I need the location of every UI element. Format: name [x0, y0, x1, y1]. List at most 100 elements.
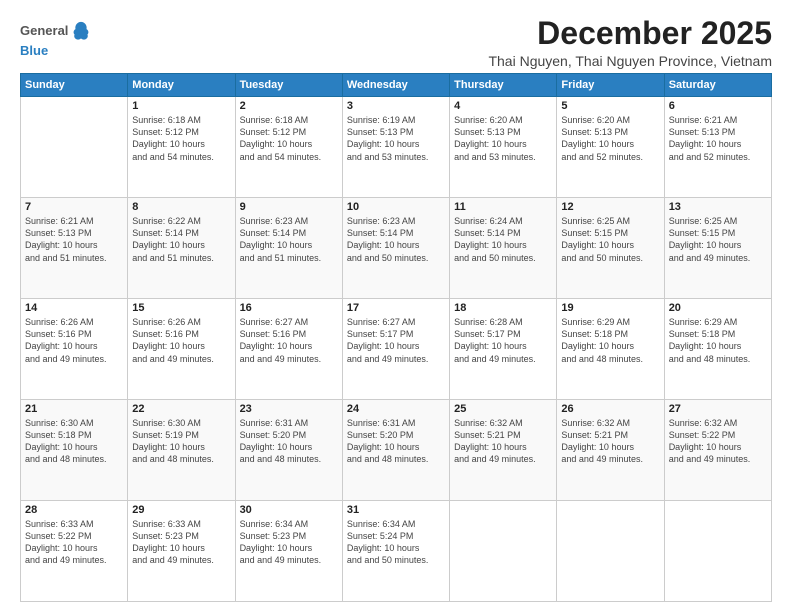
calendar-week-row: 14Sunrise: 6:26 AMSunset: 5:16 PMDayligh…: [21, 299, 772, 400]
title-block: December 2025 Thai Nguyen, Thai Nguyen P…: [488, 16, 772, 69]
daylight-label: Daylight: 10 hours: [669, 340, 767, 352]
sunset-text: Sunset: 5:14 PM: [240, 227, 338, 239]
daylight-minutes: and and 50 minutes.: [347, 252, 445, 264]
daylight-minutes: and and 53 minutes.: [347, 151, 445, 163]
sunset-text: Sunset: 5:18 PM: [669, 328, 767, 340]
sunrise-text: Sunrise: 6:23 AM: [240, 215, 338, 227]
subtitle: Thai Nguyen, Thai Nguyen Province, Vietn…: [488, 53, 772, 69]
day-number: 8: [132, 201, 230, 213]
sunrise-text: Sunrise: 6:28 AM: [454, 316, 552, 328]
calendar-cell: 4Sunrise: 6:20 AMSunset: 5:13 PMDaylight…: [450, 97, 557, 198]
logo: General Blue: [20, 20, 92, 60]
calendar-header-row: SundayMondayTuesdayWednesdayThursdayFrid…: [21, 74, 772, 97]
calendar-cell: 6Sunrise: 6:21 AMSunset: 5:13 PMDaylight…: [664, 97, 771, 198]
calendar-cell: 21Sunrise: 6:30 AMSunset: 5:18 PMDayligh…: [21, 400, 128, 501]
daylight-label: Daylight: 10 hours: [25, 239, 123, 251]
calendar-cell: 28Sunrise: 6:33 AMSunset: 5:22 PMDayligh…: [21, 501, 128, 602]
day-number: 20: [669, 302, 767, 314]
day-number: 5: [561, 100, 659, 112]
page: General Blue December 2025 Thai Nguyen, …: [0, 0, 792, 612]
day-number: 17: [347, 302, 445, 314]
calendar-week-row: 28Sunrise: 6:33 AMSunset: 5:22 PMDayligh…: [21, 501, 772, 602]
sunset-text: Sunset: 5:18 PM: [25, 429, 123, 441]
daylight-label: Daylight: 10 hours: [561, 340, 659, 352]
sunrise-text: Sunrise: 6:34 AM: [347, 518, 445, 530]
sunrise-text: Sunrise: 6:33 AM: [132, 518, 230, 530]
calendar-cell: 19Sunrise: 6:29 AMSunset: 5:18 PMDayligh…: [557, 299, 664, 400]
daylight-label: Daylight: 10 hours: [561, 239, 659, 251]
sunrise-text: Sunrise: 6:31 AM: [240, 417, 338, 429]
calendar-cell: [450, 501, 557, 602]
sunrise-text: Sunrise: 6:27 AM: [240, 316, 338, 328]
sunset-text: Sunset: 5:13 PM: [25, 227, 123, 239]
sunset-text: Sunset: 5:24 PM: [347, 530, 445, 542]
day-number: 30: [240, 504, 338, 516]
daylight-label: Daylight: 10 hours: [347, 239, 445, 251]
calendar-table: SundayMondayTuesdayWednesdayThursdayFrid…: [20, 73, 772, 602]
calendar-day-header: Saturday: [664, 74, 771, 97]
sunset-text: Sunset: 5:13 PM: [347, 126, 445, 138]
month-title: December 2025: [488, 16, 772, 51]
day-number: 13: [669, 201, 767, 213]
sunrise-text: Sunrise: 6:32 AM: [454, 417, 552, 429]
sunrise-text: Sunrise: 6:19 AM: [347, 114, 445, 126]
daylight-label: Daylight: 10 hours: [669, 441, 767, 453]
sunrise-text: Sunrise: 6:26 AM: [132, 316, 230, 328]
calendar-cell: 30Sunrise: 6:34 AMSunset: 5:23 PMDayligh…: [235, 501, 342, 602]
day-number: 18: [454, 302, 552, 314]
daylight-label: Daylight: 10 hours: [454, 340, 552, 352]
daylight-label: Daylight: 10 hours: [240, 239, 338, 251]
daylight-label: Daylight: 10 hours: [240, 542, 338, 554]
sunrise-text: Sunrise: 6:25 AM: [561, 215, 659, 227]
daylight-label: Daylight: 10 hours: [347, 138, 445, 150]
daylight-label: Daylight: 10 hours: [561, 138, 659, 150]
daylight-minutes: and and 49 minutes.: [25, 353, 123, 365]
sunrise-text: Sunrise: 6:32 AM: [561, 417, 659, 429]
daylight-label: Daylight: 10 hours: [132, 138, 230, 150]
calendar-cell: 7Sunrise: 6:21 AMSunset: 5:13 PMDaylight…: [21, 198, 128, 299]
day-number: 27: [669, 403, 767, 415]
daylight-minutes: and and 49 minutes.: [454, 453, 552, 465]
day-number: 24: [347, 403, 445, 415]
daylight-minutes: and and 49 minutes.: [669, 453, 767, 465]
sunrise-text: Sunrise: 6:18 AM: [240, 114, 338, 126]
sunset-text: Sunset: 5:12 PM: [240, 126, 338, 138]
calendar-cell: 9Sunrise: 6:23 AMSunset: 5:14 PMDaylight…: [235, 198, 342, 299]
sunset-text: Sunset: 5:16 PM: [25, 328, 123, 340]
sunrise-text: Sunrise: 6:18 AM: [132, 114, 230, 126]
daylight-label: Daylight: 10 hours: [347, 340, 445, 352]
sunset-text: Sunset: 5:19 PM: [132, 429, 230, 441]
calendar-cell: 27Sunrise: 6:32 AMSunset: 5:22 PMDayligh…: [664, 400, 771, 501]
daylight-minutes: and and 50 minutes.: [454, 252, 552, 264]
calendar-cell: 10Sunrise: 6:23 AMSunset: 5:14 PMDayligh…: [342, 198, 449, 299]
logo-general: General: [20, 23, 68, 39]
sunset-text: Sunset: 5:15 PM: [561, 227, 659, 239]
calendar-day-header: Tuesday: [235, 74, 342, 97]
daylight-minutes: and and 49 minutes.: [240, 554, 338, 566]
daylight-minutes: and and 48 minutes.: [347, 453, 445, 465]
sunset-text: Sunset: 5:21 PM: [454, 429, 552, 441]
calendar-cell: 23Sunrise: 6:31 AMSunset: 5:20 PMDayligh…: [235, 400, 342, 501]
sunrise-text: Sunrise: 6:33 AM: [25, 518, 123, 530]
calendar-day-header: Friday: [557, 74, 664, 97]
daylight-minutes: and and 48 minutes.: [561, 353, 659, 365]
daylight-minutes: and and 49 minutes.: [132, 353, 230, 365]
sunset-text: Sunset: 5:21 PM: [561, 429, 659, 441]
daylight-minutes: and and 49 minutes.: [240, 353, 338, 365]
calendar-cell: 14Sunrise: 6:26 AMSunset: 5:16 PMDayligh…: [21, 299, 128, 400]
sunrise-text: Sunrise: 6:26 AM: [25, 316, 123, 328]
daylight-minutes: and and 49 minutes.: [132, 554, 230, 566]
day-number: 10: [347, 201, 445, 213]
day-number: 14: [25, 302, 123, 314]
calendar-cell: [557, 501, 664, 602]
daylight-label: Daylight: 10 hours: [669, 239, 767, 251]
calendar-cell: 29Sunrise: 6:33 AMSunset: 5:23 PMDayligh…: [128, 501, 235, 602]
calendar-week-row: 1Sunrise: 6:18 AMSunset: 5:12 PMDaylight…: [21, 97, 772, 198]
daylight-minutes: and and 49 minutes.: [25, 554, 123, 566]
daylight-minutes: and and 53 minutes.: [454, 151, 552, 163]
calendar-week-row: 21Sunrise: 6:30 AMSunset: 5:18 PMDayligh…: [21, 400, 772, 501]
calendar-day-header: Sunday: [21, 74, 128, 97]
sunrise-text: Sunrise: 6:31 AM: [347, 417, 445, 429]
logo-blue: Blue: [20, 43, 48, 58]
sunset-text: Sunset: 5:20 PM: [347, 429, 445, 441]
